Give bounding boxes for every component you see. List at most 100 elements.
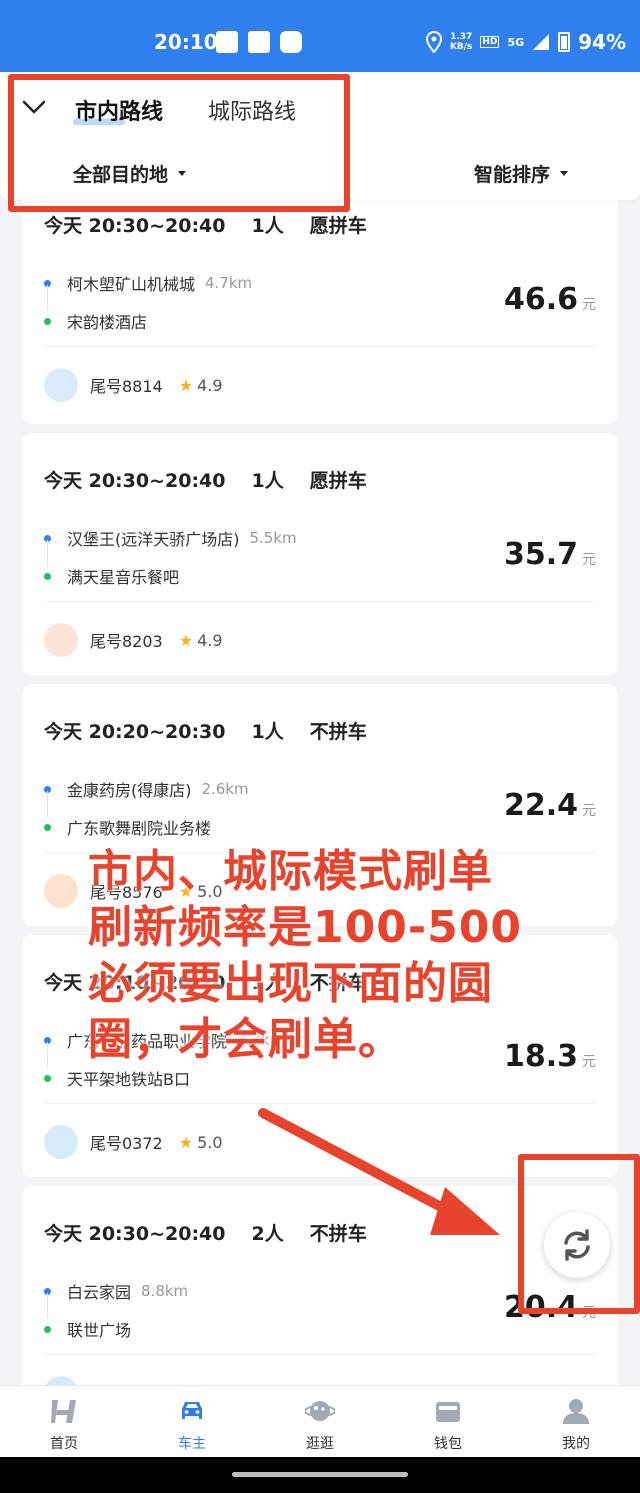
rating-value: 4.9 (197, 375, 223, 395)
route-connector (47, 285, 48, 311)
destination-name: 广东歌舞剧院业务楼 (67, 819, 212, 838)
price-unit: 元 (582, 552, 596, 568)
card-divider (44, 1354, 596, 1355)
planet-icon (305, 1401, 335, 1421)
avatar (44, 623, 78, 657)
order-origin: 汉堡王(远洋天骄广场店) 5.5km (44, 526, 297, 550)
avatar (44, 1125, 78, 1159)
battery-level: 94% (578, 30, 626, 54)
status-time: 20:10 (154, 30, 218, 54)
star-icon: ★ (178, 630, 194, 650)
order-price: 46.6 元 (504, 282, 596, 317)
rating-value: 5.0 (197, 1132, 223, 1152)
order-destination: 天平架地铁站B口 (44, 1066, 190, 1090)
battery-icon (558, 32, 571, 52)
notification-icon (248, 31, 270, 53)
card-divider (44, 346, 596, 347)
order-persons: 1人 (251, 470, 284, 492)
order-destination: 满天星音乐餐吧 (44, 564, 179, 588)
route-connector (47, 540, 48, 566)
order-card[interactable]: 今天 20:30~20:40 1人 愿拼车汉堡王(远洋天骄广场店) 5.5km 满天星音… (22, 433, 618, 675)
price-unit: 元 (582, 803, 596, 819)
avatar (44, 874, 78, 908)
tab-home[interactable]: 首页 (0, 1386, 128, 1458)
order-price: 35.7 元 (504, 537, 596, 572)
order-destination: 广东歌舞剧院业务楼 (44, 815, 211, 839)
order-carpool: 愿拼车 (309, 470, 367, 492)
plate-tail: 尾号8814 (90, 377, 163, 396)
system-nav-bar (0, 1457, 640, 1493)
tab-driver[interactable]: 车主 (128, 1386, 256, 1458)
avatar (44, 368, 78, 402)
order-origin: 柯木塱矿山机械城 4.7km (44, 271, 252, 295)
order-header: 今天 20:20~20:30 1人 不拼车 (44, 717, 367, 744)
destination-dot-icon (44, 317, 51, 325)
car-icon (182, 1402, 202, 1419)
passenger-info: 尾号0372 ★ 5.0 (44, 1125, 223, 1159)
annotation-text: 市内、城际模式刷单 刷新频率是100-500 必须要出现下面的圆 圈，才会刷单。 (88, 846, 522, 1065)
destination-dot-icon (44, 1074, 51, 1082)
plate-tail: 尾号0372 (90, 1134, 163, 1153)
order-persons: 1人 (251, 721, 284, 743)
tab-wallet[interactable]: 钱包 (384, 1386, 512, 1458)
passenger-info: 尾号8814 ★ 4.9 (44, 368, 223, 402)
destination-name: 联世广场 (67, 1321, 132, 1340)
plate-tail: 尾号8203 (90, 632, 163, 651)
order-carpool: 愿拼车 (309, 215, 367, 237)
order-time: 今天 20:30~20:40 (44, 215, 226, 237)
destination-dot-icon (44, 823, 51, 831)
annotation-box-refresh (518, 1154, 640, 1314)
passenger-info: 尾号8203 ★ 4.9 (44, 623, 223, 657)
destination-dot-icon (44, 1325, 51, 1333)
order-persons: 1人 (251, 215, 284, 237)
order-origin: 白云家园 8.8km (44, 1279, 188, 1303)
star-icon: ★ (178, 1132, 194, 1152)
card-divider (44, 601, 596, 602)
order-card[interactable]: 今天 20:30~20:40 1人 愿拼车柯木塱矿山机械城 4.7km 宋韵楼酒店 46.… (22, 178, 618, 424)
destination-name: 宋韵楼酒店 (67, 313, 148, 332)
annotation-arrow (258, 1108, 500, 1235)
origin-name: 金康药房(得康店) (67, 781, 192, 800)
origin-distance: 8.8km (141, 1282, 189, 1300)
origin-distance: 4.7km (205, 274, 253, 292)
sort-filter[interactable]: 智能排序 (474, 160, 568, 187)
origin-distance: 2.6km (201, 780, 249, 798)
price-unit: 元 (582, 297, 596, 313)
order-carpool: 不拼车 (309, 721, 367, 743)
tab-profile[interactable]: 我的 (512, 1386, 640, 1458)
route-connector (47, 791, 48, 817)
order-origin: 金康药房(得康店) 2.6km (44, 777, 249, 801)
card-divider (44, 1103, 596, 1104)
wallet-icon (436, 1402, 460, 1422)
sim-hd-badge: HD (480, 36, 500, 48)
order-time: 今天 20:30~20:40 (44, 470, 226, 492)
bottom-tab-bar: 首页 车主 逛逛 钱包 我的 (0, 1385, 640, 1457)
status-bar: 20:10 1.37 KB/s HD 5G 94% (0, 0, 640, 72)
order-header: 今天 20:30~20:40 1人 愿拼车 (44, 211, 367, 238)
home-gesture-handle[interactable] (232, 1472, 408, 1477)
destination-dot-icon (44, 572, 51, 580)
price-value: 22.4 (503, 788, 578, 823)
order-time: 今天 20:30~20:40 (44, 1223, 226, 1245)
annotation-box-tabs (8, 74, 350, 212)
caret-down-icon (560, 171, 568, 176)
person-icon (563, 1399, 589, 1424)
rating-value: 4.9 (197, 630, 223, 650)
price-unit: 元 (582, 1054, 596, 1070)
home-icon (51, 1400, 76, 1423)
price-value: 46.6 (503, 282, 578, 317)
route-connector (47, 1042, 48, 1068)
notification-icon (280, 31, 302, 53)
net-speed: 1.37 KB/s (449, 32, 473, 52)
origin-name: 汉堡王(远洋天骄广场店) (67, 530, 240, 549)
origin-name: 柯木塱矿山机械城 (67, 275, 196, 294)
origin-distance: 5.5km (249, 529, 297, 547)
star-icon: ★ (178, 375, 194, 395)
price-value: 35.7 (503, 537, 578, 572)
tab-explore[interactable]: 逛逛 (256, 1386, 384, 1458)
order-header: 今天 20:30~20:40 1人 愿拼车 (44, 466, 367, 493)
location-icon (425, 31, 442, 53)
signal-icon (533, 34, 550, 50)
notification-icon (216, 31, 238, 53)
signal-label: 5G (507, 35, 525, 49)
